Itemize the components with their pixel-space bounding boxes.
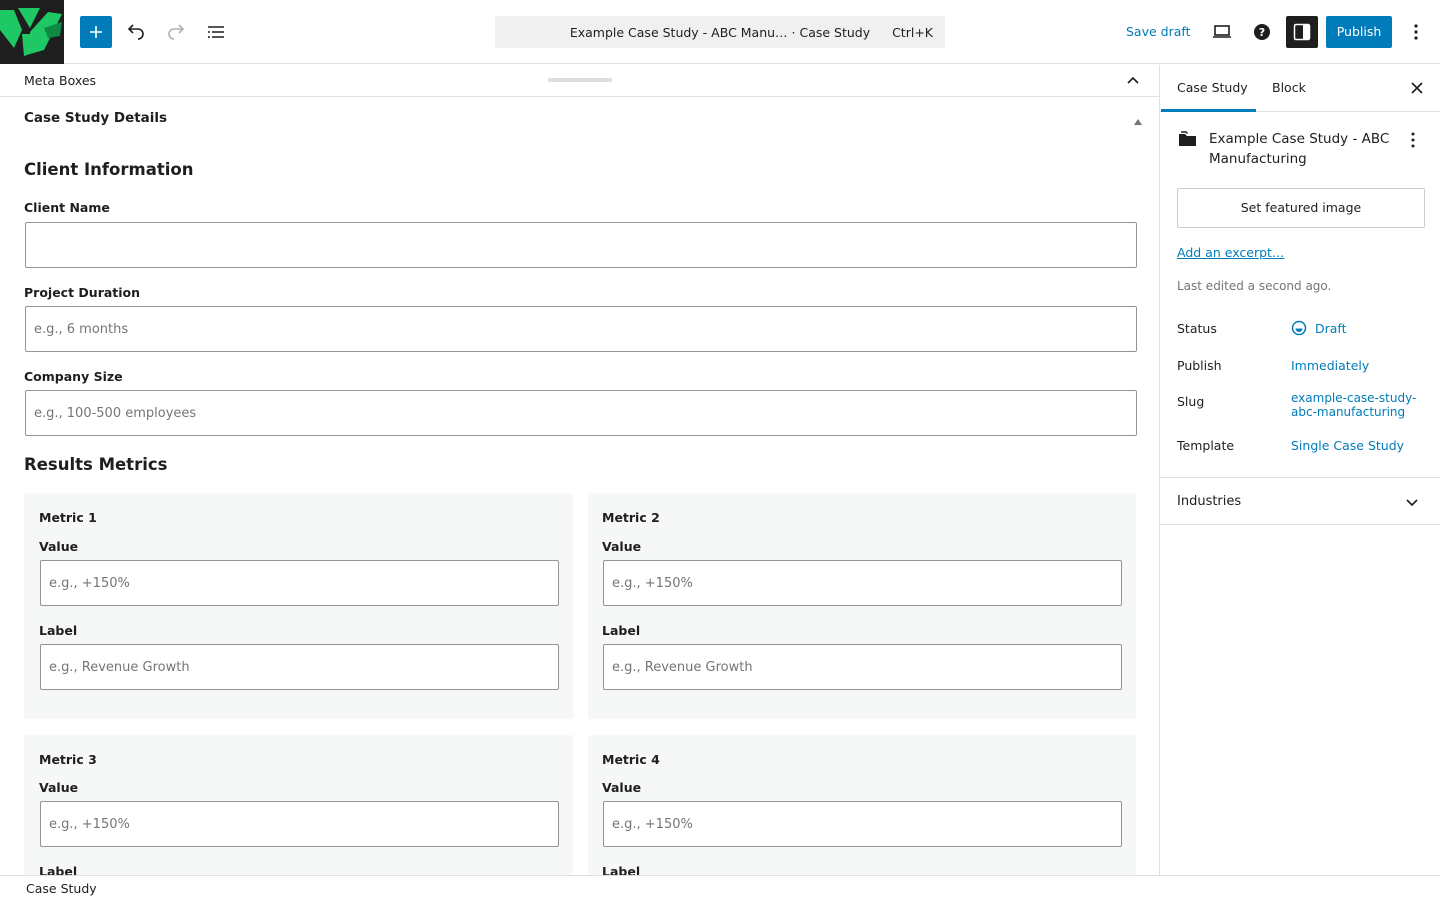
project-duration-input[interactable]	[25, 306, 1137, 352]
panel-toggle-button[interactable]	[1133, 115, 1143, 125]
tab-block[interactable]: Block	[1272, 80, 1306, 95]
chevron-up-icon	[1127, 76, 1139, 84]
chevron-down-icon	[1404, 494, 1420, 510]
last-edited-text: Last edited a second ago.	[1177, 279, 1332, 293]
industries-panel-toggle[interactable]: Industries	[1160, 477, 1440, 525]
industries-label: Industries	[1177, 494, 1242, 509]
metric-title: Metric 1	[39, 510, 97, 525]
command-shortcut: Ctrl+K	[892, 25, 933, 40]
metric-1-value-input[interactable]	[40, 560, 559, 606]
help-button[interactable]: ?	[1246, 16, 1278, 48]
help-icon: ?	[1254, 24, 1270, 40]
slug-label: Slug	[1177, 394, 1205, 409]
undo-icon	[127, 24, 144, 40]
list-view-button[interactable]	[200, 16, 232, 48]
client-name-input[interactable]	[25, 222, 1137, 268]
sidebar-toggle-icon	[1293, 23, 1311, 41]
meta-boxes-area: Meta Boxes Case Study Details Client Inf…	[0, 65, 1159, 875]
metric-card-3: Metric 3 Value Label	[24, 735, 573, 875]
template-value-button[interactable]: Single Case Study	[1291, 438, 1404, 453]
meta-boxes-collapse-button[interactable]	[1123, 71, 1143, 91]
metric-value-label: Value	[39, 780, 79, 795]
more-vertical-icon	[1411, 132, 1415, 148]
panel-title: Case Study Details	[24, 110, 168, 126]
status-value-button[interactable]: Draft	[1315, 321, 1347, 336]
add-excerpt-link[interactable]: Add an excerpt…	[1177, 245, 1284, 260]
breadcrumb[interactable]: Case Study	[26, 881, 97, 896]
close-icon	[1411, 82, 1423, 94]
client-info-heading: Client Information	[24, 160, 194, 179]
meta-boxes-title: Meta Boxes	[24, 73, 97, 88]
metric-card-1: Metric 1 Value Label	[24, 493, 573, 719]
sidebar-tabs: Case Study Block	[1160, 65, 1440, 112]
metric-card-2: Metric 2 Value Label	[588, 493, 1136, 719]
resize-handle[interactable]	[548, 78, 612, 82]
status-label: Status	[1177, 321, 1217, 336]
close-sidebar-button[interactable]	[1408, 79, 1426, 97]
editor-header: Example Case Study - ABC Manu… · Case St…	[0, 0, 1440, 64]
metric-title: Metric 2	[602, 510, 660, 525]
settings-sidebar: Case Study Block Example Case Study - AB…	[1159, 65, 1440, 875]
undo-button[interactable]	[120, 16, 152, 48]
metric-title: Metric 3	[39, 752, 97, 767]
metric-label-label: Label	[602, 864, 641, 875]
editor-footer: Case Study	[0, 875, 1440, 900]
metric-value-label: Value	[602, 539, 642, 554]
svg-text:?: ?	[1259, 26, 1265, 39]
metric-value-label: Value	[39, 539, 79, 554]
metric-label-label: Label	[602, 623, 641, 638]
metric-value-label: Value	[602, 780, 642, 795]
slug-value-button[interactable]: example-case-study-abc-manufacturing	[1291, 391, 1431, 419]
company-size-input[interactable]	[25, 390, 1137, 436]
tab-case-study[interactable]: Case Study	[1177, 80, 1248, 95]
client-name-label: Client Name	[24, 200, 110, 215]
draft-status-icon	[1291, 320, 1307, 336]
laptop-icon	[1213, 25, 1231, 38]
options-menu-button[interactable]	[1400, 16, 1432, 48]
metric-label-label: Label	[39, 864, 78, 875]
document-title: Example Case Study - ABC Manu… · Case St…	[569, 25, 871, 40]
publish-date-button[interactable]: Immediately	[1291, 358, 1369, 373]
triangle-up-icon	[1134, 119, 1142, 125]
metric-2-value-input[interactable]	[603, 560, 1122, 606]
plus-icon	[90, 26, 102, 38]
metric-card-4: Metric 4 Value Label	[588, 735, 1136, 875]
save-draft-button[interactable]: Save draft	[1126, 24, 1190, 39]
command-palette-bar[interactable]: Example Case Study - ABC Manu… · Case St…	[495, 16, 945, 48]
redo-button[interactable]	[160, 16, 192, 48]
publish-button[interactable]: Publish	[1326, 16, 1392, 48]
add-block-button[interactable]	[80, 16, 112, 48]
results-metrics-heading: Results Metrics	[24, 455, 168, 474]
folder-icon	[1177, 129, 1199, 149]
redo-icon	[168, 24, 185, 40]
post-actions-button[interactable]	[1404, 131, 1422, 149]
company-size-label: Company Size	[24, 369, 123, 384]
project-duration-label: Project Duration	[24, 285, 141, 300]
meta-boxes-header: Meta Boxes	[0, 65, 1159, 97]
metric-4-value-input[interactable]	[603, 801, 1122, 847]
settings-toggle-button[interactable]	[1286, 16, 1318, 48]
metric-title: Metric 4	[602, 752, 660, 767]
active-tab-indicator	[1161, 109, 1256, 112]
metric-3-value-input[interactable]	[40, 801, 559, 847]
more-vertical-icon	[1414, 24, 1418, 40]
metric-1-label-input[interactable]	[40, 644, 559, 690]
preview-button[interactable]	[1206, 16, 1238, 48]
publish-label: Publish	[1177, 358, 1222, 373]
template-label: Template	[1177, 438, 1235, 453]
list-view-icon	[208, 26, 224, 38]
site-logo-icon[interactable]	[0, 0, 64, 64]
metric-2-label-input[interactable]	[603, 644, 1122, 690]
metric-label-label: Label	[39, 623, 78, 638]
set-featured-image-button[interactable]: Set featured image	[1177, 188, 1425, 228]
post-title: Example Case Study - ABC Manufacturing	[1209, 131, 1390, 167]
